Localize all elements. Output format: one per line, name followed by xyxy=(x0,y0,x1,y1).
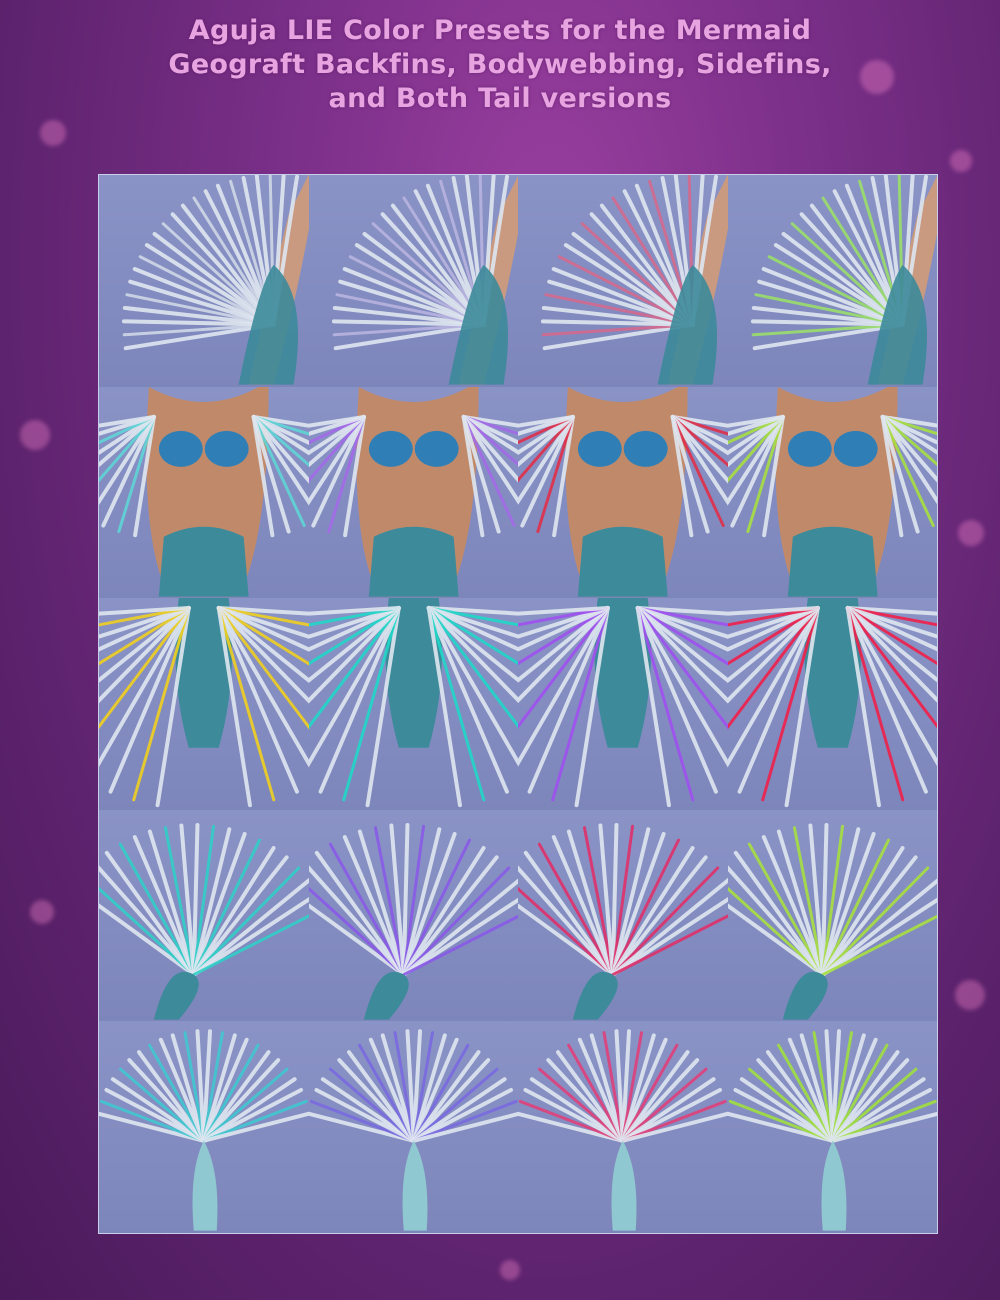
preset-thumbnail-tail-version-1-3 xyxy=(518,809,728,1022)
preset-grid xyxy=(98,174,938,1234)
title-line-2: Geograft Backfins, Bodywebbing, Sidefins… xyxy=(168,49,832,80)
preset-thumbnail-sidefins-1 xyxy=(99,598,309,810)
preset-thumbnail-bodywebbing-3 xyxy=(518,386,728,599)
preset-thumbnail-tail-version-2-3 xyxy=(518,1021,728,1233)
preset-thumbnail-sidefins-4 xyxy=(727,598,937,810)
preset-thumbnail-backfins-2 xyxy=(308,175,518,387)
title-line-1: Aguja LIE Color Presets for the Mermaid xyxy=(188,15,812,46)
preset-thumbnail-bodywebbing-4 xyxy=(727,386,937,599)
preset-thumbnail-backfins-4 xyxy=(727,175,937,387)
preset-thumbnail-tail-version-2-2 xyxy=(308,1021,518,1233)
preset-thumbnail-backfins-1 xyxy=(99,175,309,387)
preset-thumbnail-tail-version-2-1 xyxy=(99,1021,309,1233)
title-line-3: and Both Tail versions xyxy=(328,83,672,114)
preset-thumbnail-tail-version-1-1 xyxy=(99,809,309,1022)
preset-thumbnail-tail-version-1-2 xyxy=(308,809,518,1022)
preset-thumbnail-bodywebbing-2 xyxy=(308,386,518,599)
preset-thumbnail-sidefins-2 xyxy=(308,598,518,810)
preset-thumbnail-backfins-3 xyxy=(518,175,728,387)
preset-thumbnail-bodywebbing-1 xyxy=(99,386,309,599)
preset-thumbnail-tail-version-1-4 xyxy=(727,809,937,1022)
page-title: Aguja LIE Color Presets for the Mermaid … xyxy=(0,14,1000,116)
preset-thumbnail-tail-version-2-4 xyxy=(727,1021,937,1233)
preset-thumbnail-sidefins-3 xyxy=(518,598,728,810)
